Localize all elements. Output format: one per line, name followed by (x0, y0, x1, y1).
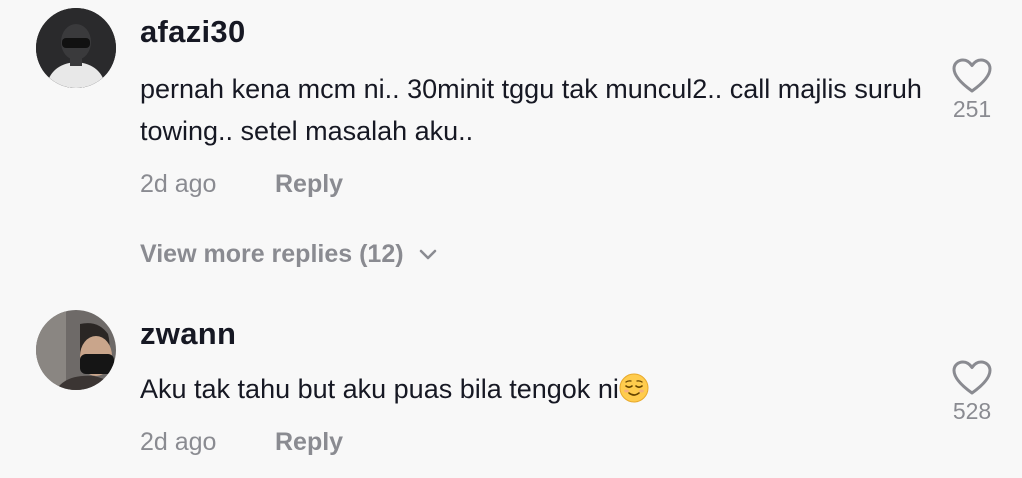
comment-text: pernah kena mcm ni.. 30minit tggu tak mu… (140, 74, 922, 146)
view-more-replies-label: View more replies (12) (140, 240, 404, 268)
comment-item: zwann Aku tak tahu but aku puas bila ten… (0, 300, 1022, 478)
heart-outline-icon[interactable] (952, 58, 992, 94)
relieved-face-emoji-icon (619, 373, 649, 403)
avatar-image (36, 310, 116, 390)
comment-text: Aku tak tahu but aku puas bila tengok ni (140, 368, 930, 410)
comment-username[interactable]: zwann (140, 316, 236, 352)
comment-username[interactable]: afazi30 (140, 14, 246, 50)
comment-item: afazi30 pernah kena mcm ni.. 30minit tgg… (0, 0, 1022, 230)
like-count: 528 (952, 398, 992, 424)
reply-button[interactable]: Reply (275, 170, 343, 199)
avatar[interactable] (36, 310, 116, 390)
heart-outline-icon[interactable] (952, 360, 992, 396)
reply-button[interactable]: Reply (275, 428, 343, 457)
like-button[interactable]: 251 (942, 58, 1002, 123)
like-button[interactable]: 528 (942, 360, 1002, 425)
chevron-down-icon (419, 249, 436, 259)
comment-timestamp: 2d ago (140, 170, 217, 198)
avatar[interactable] (36, 8, 116, 88)
avatar-image (36, 8, 116, 88)
comment-timestamp: 2d ago (140, 428, 217, 456)
like-count: 251 (952, 96, 992, 122)
comment-text-body: Aku tak tahu but aku puas bila tengok ni (140, 374, 619, 404)
view-more-replies-button[interactable]: View more replies (12) (140, 240, 438, 269)
